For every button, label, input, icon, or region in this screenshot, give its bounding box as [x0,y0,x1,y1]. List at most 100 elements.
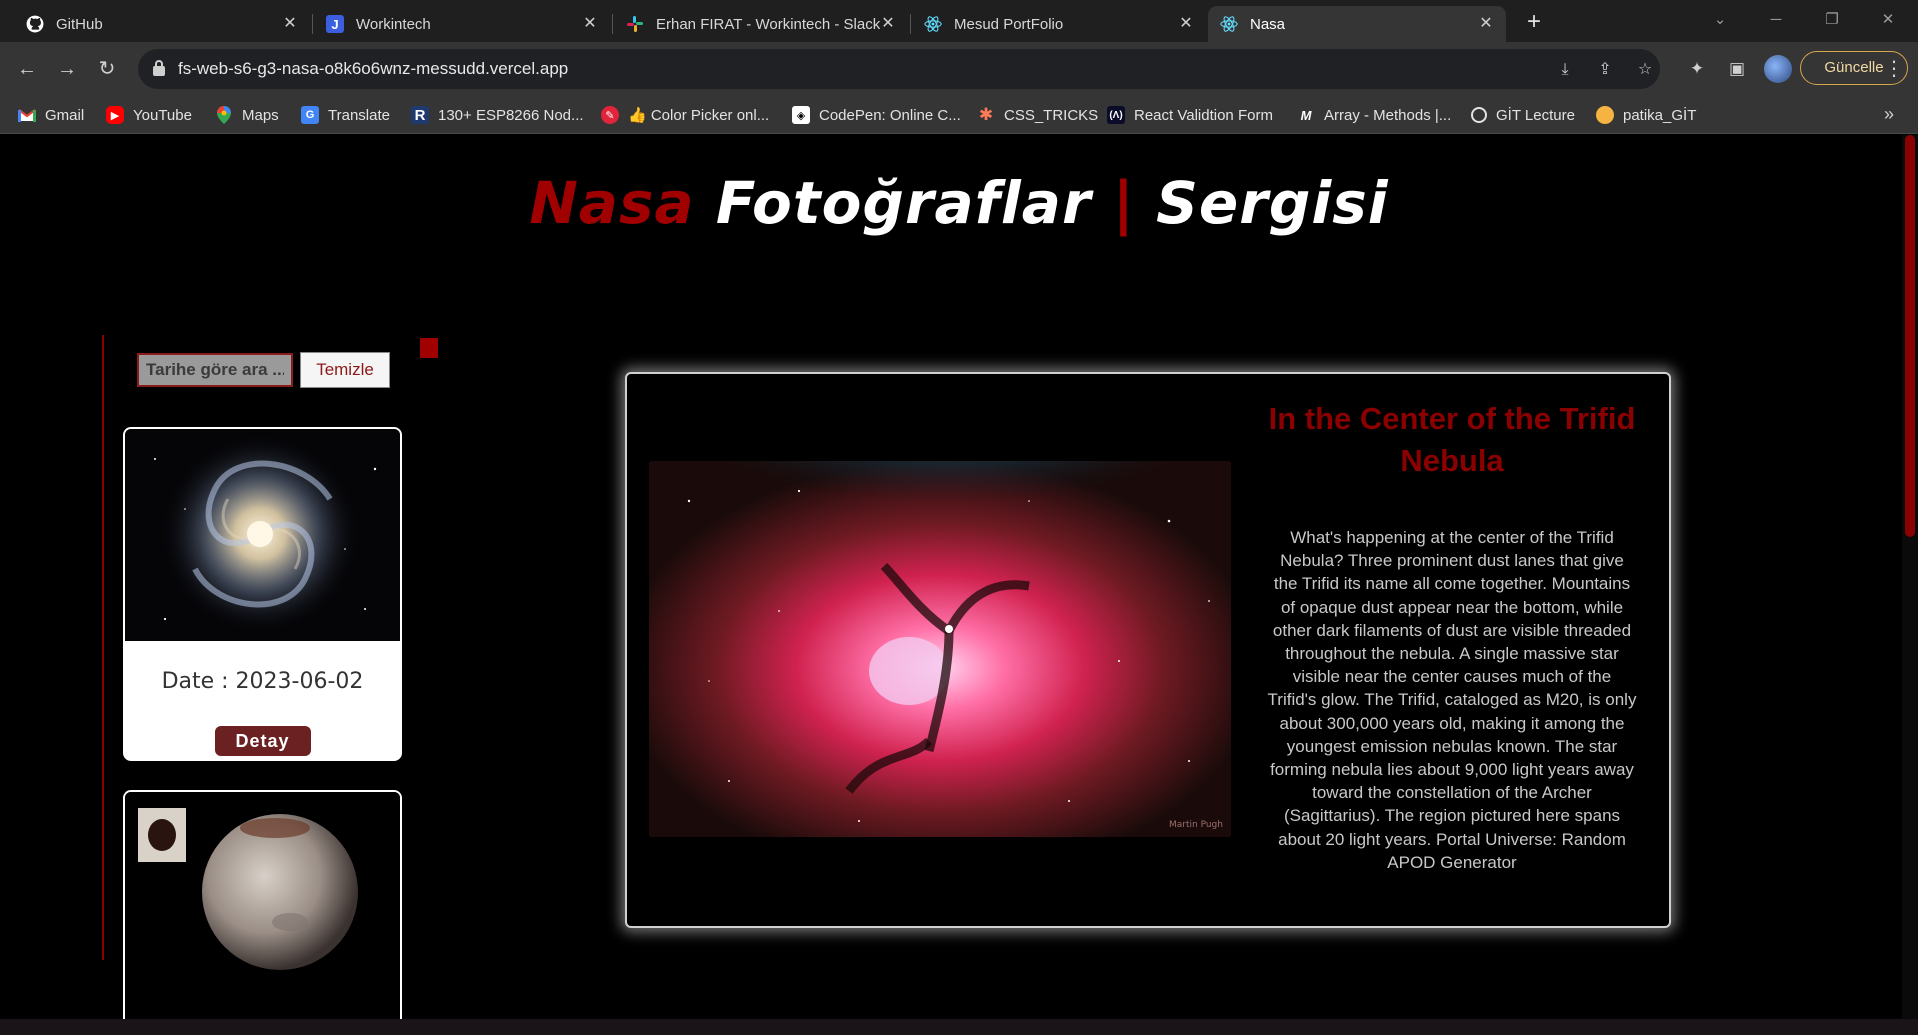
address-bar[interactable]: fs-web-s6-g3-nasa-o8k6o6wnz-messudd.verc… [138,49,1660,89]
bookmark-color-picker[interactable]: ✎ 👍 Color Picker onl... [601,104,769,126]
bookmark-label: React Validtion Form [1134,106,1273,124]
new-tab-icon[interactable]: + [1520,8,1548,36]
tab-workintech[interactable]: J Workintech ✕ [314,6,610,42]
bookmarks-bar: Gmail ▶ YouTube Maps G Translate R 130+ … [0,96,1918,134]
tab-label: Workintech [356,15,431,33]
moon-image [125,792,400,1019]
close-window-icon[interactable]: ✕ [1868,6,1908,34]
patika-icon [1596,106,1614,124]
bookmark-star-icon[interactable]: ☆ [1634,59,1656,81]
browser-toolbar: ← → ↻ fs-web-s6-g3-nasa-o8k6o6wnz-messud… [0,42,1918,96]
tab-slack[interactable]: Erhan FIRAT - Workintech - Slack ✕ [614,6,908,42]
bookmark-label: Maps [242,106,279,124]
install-icon[interactable]: ⤓ [1554,59,1576,81]
watermark: Martin Pugh [1169,820,1223,830]
tab-label: Erhan FIRAT - Workintech - Slack [656,15,881,33]
chevron-down-icon[interactable]: ⌄ [1700,6,1740,34]
slack-icon [626,15,644,33]
react-icon [924,15,942,33]
react-icon [1220,15,1238,33]
bookmark-css-tricks[interactable]: ✱ CSS_TRICKS [977,104,1098,126]
bookmark-label: GİT Lecture [1496,106,1575,124]
close-icon[interactable]: ✕ [878,14,898,34]
bookmark-gmail[interactable]: Gmail [18,104,84,126]
tab-github[interactable]: GitHub ✕ [14,6,310,42]
menu-icon[interactable]: ⋮ [1884,56,1904,82]
feature-panel: Martin Pugh In the Center of the Trifid … [625,372,1671,928]
tab-label: Nasa [1250,15,1286,33]
globe-icon [1471,107,1487,123]
title-nasa: Nasa [529,169,695,237]
card-date: Date : 2023-06-02 [161,669,364,694]
tab-portfolio[interactable]: Mesud PortFolio ✕ [912,6,1206,42]
title-sergisi: Sergisi [1156,169,1389,237]
title-fotograflar: Fotoğraflar [715,169,1092,237]
bookmark-codepen[interactable]: ◈ CodePen: Online C... [792,104,961,126]
feature-title: In the Center of the Trifid Nebula [1268,401,1636,478]
page-title: Nasa Fotoğraflar | Sergisi [0,169,1918,237]
bookmark-array-methods[interactable]: M Array - Methods |... [1297,104,1452,126]
side-panel-icon[interactable]: ▣ [1724,56,1750,82]
avatar[interactable] [1764,55,1792,83]
lock-icon [152,59,166,77]
bookmark-git-lecture[interactable]: GİT Lecture [1471,104,1575,126]
r-icon: R [411,106,429,124]
bookmark-youtube[interactable]: ▶ YouTube [106,104,192,126]
forward-icon[interactable]: → [52,54,82,84]
feature-explanation: What's happening at the center of the Tr… [1267,528,1637,872]
bookmark-patika[interactable]: patika_GİT [1596,104,1696,126]
github-icon [26,15,44,33]
extensions-icon[interactable]: ✦ [1684,56,1710,82]
page-content: Nasa Fotoğraflar | Sergisi Temizle [0,135,1918,1019]
title-separator: | [1112,169,1135,237]
detail-button[interactable]: Detay [214,726,311,756]
scrollbar-thumb[interactable] [1905,135,1915,537]
date-search-input[interactable] [137,353,293,387]
red-marker [420,338,438,358]
gmail-icon [18,106,36,124]
array-icon: M [1300,107,1312,123]
color-picker-icon: ✎ [601,106,619,124]
close-icon[interactable]: ✕ [1176,14,1196,34]
tab-divider [312,14,313,34]
tab-strip: GitHub ✕ J Workintech ✕ Erhan FIRAT - Wo… [0,0,1918,42]
photo-card [123,790,402,1019]
minimize-icon[interactable]: ─ [1756,6,1796,34]
bookmark-translate[interactable]: G Translate [301,104,390,126]
url-text: fs-web-s6-g3-nasa-o8k6o6wnz-messudd.verc… [178,59,569,78]
react-validation-icon: (Λ) [1107,106,1125,124]
css-tricks-icon: ✱ [978,105,994,124]
galaxy-image [125,429,400,641]
chevron-right-icon[interactable]: » [1884,104,1894,125]
bookmark-esp8266[interactable]: R 130+ ESP8266 Nod... [411,104,584,126]
clear-button[interactable]: Temizle [300,352,390,388]
tab-label: GitHub [56,15,103,33]
bookmark-label: CodePen: Online C... [819,106,961,124]
photo-card: Date : 2023-06-02 Detay [123,427,402,761]
bookmark-label: YouTube [133,106,192,124]
bookmark-maps[interactable]: Maps [215,104,279,126]
share-icon[interactable]: ⇪ [1594,59,1616,81]
restore-icon[interactable]: ❐ [1812,6,1852,34]
youtube-icon: ▶ [106,106,124,124]
sidebar-divider [102,335,104,960]
tab-divider [910,14,911,34]
tab-label: Mesud PortFolio [954,15,1064,33]
close-icon[interactable]: ✕ [580,14,600,34]
workintech-icon: J [326,15,344,33]
taskbar [0,1019,1918,1035]
scrollbar[interactable] [1902,135,1918,1019]
close-icon[interactable]: ✕ [280,14,300,34]
nebula-image[interactable]: Martin Pugh [649,461,1231,837]
tab-nasa[interactable]: Nasa ✕ [1208,6,1506,42]
bookmark-label: Gmail [45,106,85,124]
codepen-icon: ◈ [792,106,810,124]
bookmark-label: CSS_TRICKS [1004,106,1099,124]
back-icon[interactable]: ← [12,54,42,84]
translate-icon: G [301,106,319,124]
bookmark-label: 130+ ESP8266 Nod... [438,106,584,124]
close-icon[interactable]: ✕ [1476,14,1496,34]
reload-icon[interactable]: ↻ [92,54,122,84]
bookmark-label: 👍 Color Picker onl... [628,107,770,124]
bookmark-react-validation[interactable]: (Λ) React Validtion Form [1107,104,1273,126]
